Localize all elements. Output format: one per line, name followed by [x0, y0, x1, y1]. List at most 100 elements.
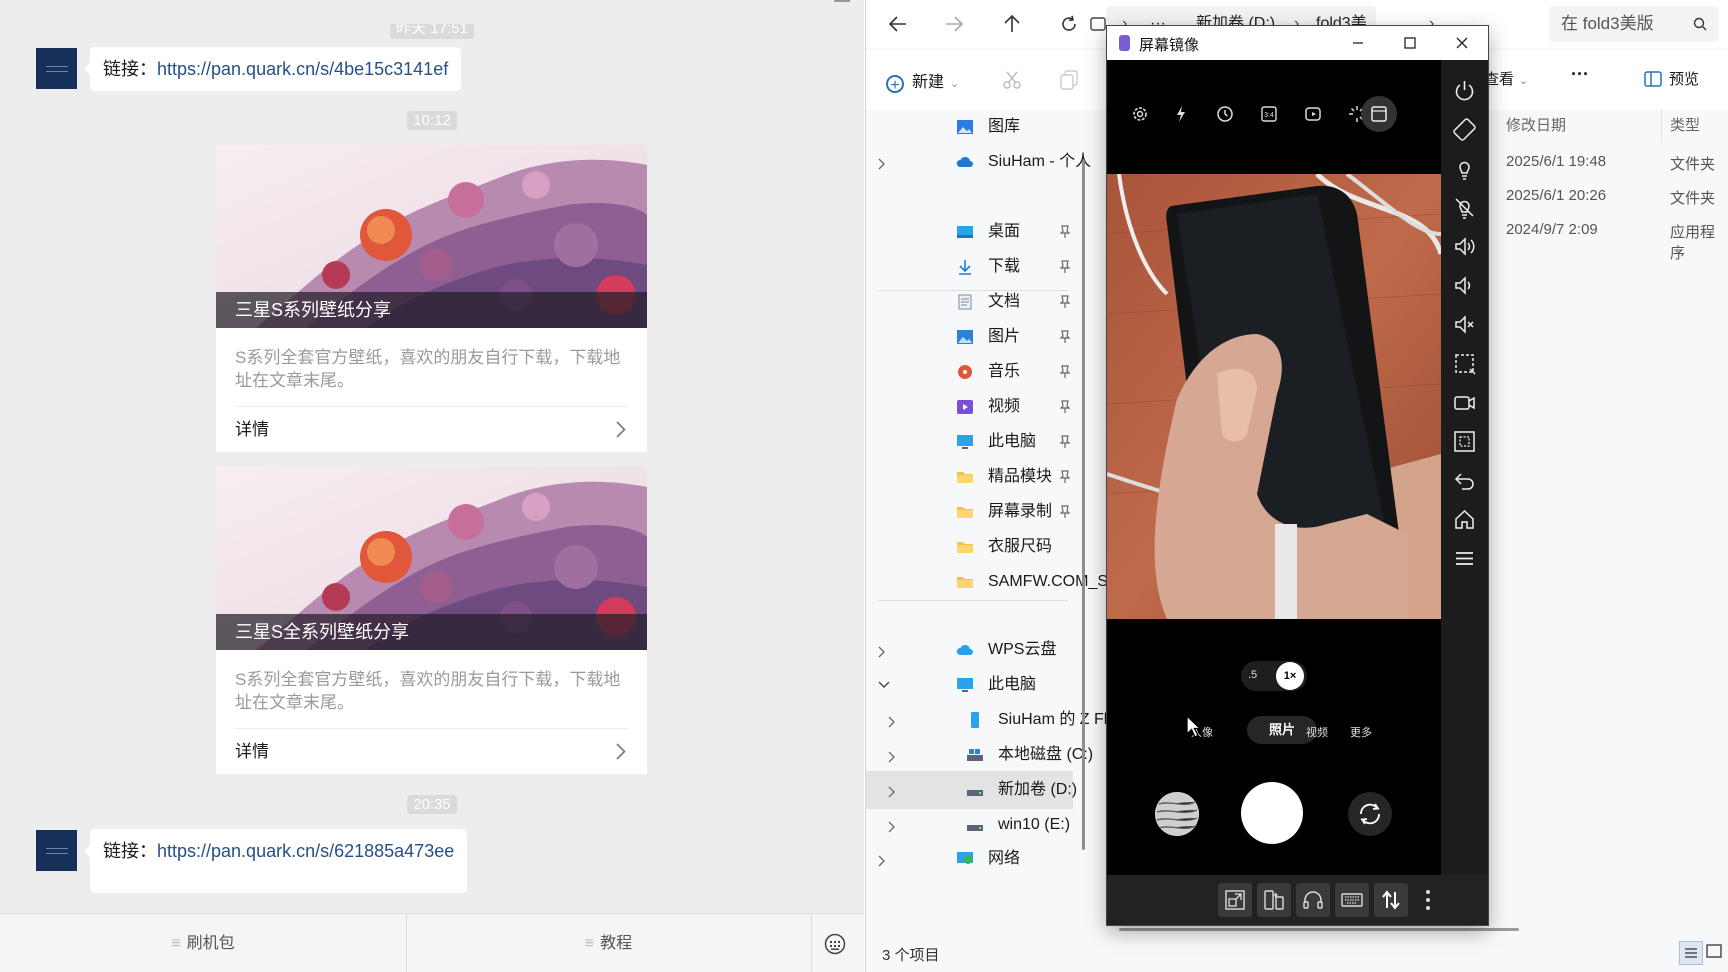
mode-more[interactable]: 更多 — [1350, 724, 1372, 740]
mirror-title-bar[interactable]: 屏幕镜像 — [1107, 26, 1488, 60]
nav-network[interactable]: 网络 — [866, 842, 1076, 876]
zoom-main-option[interactable]: 1× — [1276, 662, 1304, 690]
forward-button[interactable] — [942, 12, 966, 36]
nav-pictures[interactable]: 图片 — [866, 320, 1076, 354]
switch-camera-button[interactable] — [1348, 792, 1392, 836]
nav-folder[interactable]: 精品模块 — [866, 460, 1076, 494]
more-vertical-icon[interactable] — [1418, 885, 1438, 915]
nav-folder[interactable]: 屏幕录制 — [866, 495, 1076, 529]
close-button[interactable] — [1436, 26, 1488, 60]
details-view-icon[interactable] — [1679, 941, 1703, 965]
tiles-view-icon[interactable] — [1705, 942, 1723, 960]
power-icon[interactable] — [1452, 78, 1477, 103]
keyboard-icon[interactable] — [1335, 883, 1369, 917]
pin-icon[interactable] — [1059, 400, 1071, 414]
settings-icon[interactable] — [1128, 102, 1152, 126]
pin-icon[interactable] — [1059, 225, 1071, 239]
volume-down-icon[interactable] — [1452, 273, 1477, 298]
pin-icon[interactable] — [1059, 505, 1071, 519]
nav-desktop[interactable]: 桌面 — [866, 215, 1076, 249]
chevron-right-icon[interactable] — [888, 786, 896, 798]
gallery-thumbnail[interactable] — [1155, 792, 1199, 836]
pin-icon[interactable] — [1059, 435, 1071, 449]
horizontal-scrollbar[interactable] — [1119, 928, 1519, 931]
region-capture-icon[interactable] — [1452, 429, 1477, 454]
nav-this-pc[interactable]: 此电脑 — [866, 668, 1076, 702]
share-link[interactable]: https://pan.quark.cn/s/621885a473ee — [157, 841, 454, 861]
chevron-right-icon[interactable] — [878, 646, 886, 658]
nav-drive-c[interactable]: 本地磁盘 (C:) — [866, 738, 1093, 772]
timer-icon[interactable] — [1213, 102, 1237, 126]
chevron-down-icon[interactable] — [878, 681, 890, 689]
search-box[interactable]: 在 fold3美版 — [1549, 6, 1719, 42]
nav-drive-e[interactable]: win10 (E:) — [866, 808, 1076, 842]
column-header-type[interactable]: 类型 — [1670, 114, 1700, 135]
refresh-button[interactable] — [1057, 12, 1081, 36]
chevron-right-icon[interactable] — [888, 751, 896, 763]
preview-pane-button[interactable]: 预览 — [1644, 68, 1699, 89]
menu-item-tutorials[interactable]: ≡ 教程 — [406, 914, 811, 972]
home-icon[interactable] — [1452, 507, 1477, 532]
copy-icon[interactable] — [1060, 70, 1078, 90]
pin-icon[interactable] — [1059, 260, 1071, 274]
maximize-button[interactable] — [1384, 26, 1436, 60]
more-options-button[interactable]: ··· — [1571, 64, 1589, 85]
mute-icon[interactable] — [1452, 312, 1477, 337]
screen-off-icon[interactable] — [1452, 195, 1477, 220]
volume-up-icon[interactable] — [1452, 234, 1477, 259]
transfer-files-icon[interactable] — [1257, 883, 1291, 917]
pin-icon[interactable] — [1059, 365, 1071, 379]
audio-icon[interactable] — [1296, 883, 1330, 917]
aspect-ratio-icon[interactable]: 3:4 — [1257, 102, 1281, 126]
nav-gallery[interactable]: 图库 — [866, 110, 1076, 144]
card-detail-row[interactable]: 详情 — [235, 728, 628, 774]
nav-drive-d[interactable]: 新加卷 (D:) — [866, 773, 1077, 807]
new-button[interactable]: + 新建 ⌄ — [886, 68, 959, 94]
pin-icon[interactable] — [1059, 470, 1071, 484]
recent-apps-icon[interactable] — [1452, 546, 1477, 571]
mode-video[interactable]: 视频 — [1306, 724, 1328, 740]
chevron-right-icon[interactable] — [888, 821, 896, 833]
mode-toggle-button[interactable] — [1361, 96, 1397, 132]
chevron-right-icon[interactable] — [878, 158, 886, 170]
avatar[interactable] — [36, 830, 77, 871]
zoom-selector[interactable]: .5 1× — [1241, 661, 1307, 691]
cut-icon[interactable] — [1002, 70, 1022, 90]
nav-folder[interactable]: 衣服尺码 — [866, 530, 1076, 564]
nav-this-pc-quick[interactable]: 此电脑 — [866, 425, 1076, 459]
card-detail-row[interactable]: 详情 — [235, 406, 628, 452]
pin-icon[interactable] — [1059, 295, 1071, 309]
menu-item-flash-packages[interactable]: ≡ 刷机包 — [0, 914, 406, 972]
rotate-screen-icon[interactable] — [1452, 117, 1477, 142]
back-button[interactable] — [886, 12, 910, 36]
article-card[interactable]: 三星S全系列壁纸分享 S系列全套官方壁纸，喜欢的朋友自行下载，下载地址在文章末尾… — [216, 467, 647, 774]
chevron-right-icon[interactable] — [878, 855, 886, 867]
up-button[interactable] — [1000, 12, 1024, 36]
screen-record-icon[interactable] — [1452, 390, 1477, 415]
flash-icon[interactable] — [1169, 102, 1193, 126]
avatar[interactable] — [36, 48, 77, 89]
article-card[interactable]: 三星S系列壁纸分享 S系列全套官方壁纸，喜欢的朋友自行下载，下载地址在文章末尾。… — [216, 145, 647, 452]
camera-viewfinder[interactable] — [1107, 174, 1441, 619]
nav-wps-cloud[interactable]: WPS云盘 — [866, 633, 1076, 667]
pin-icon[interactable] — [1059, 330, 1071, 344]
shutter-button[interactable] — [1241, 782, 1303, 844]
fit-window-icon[interactable] — [1218, 883, 1252, 917]
minimize-button[interactable] — [1332, 26, 1384, 60]
column-header-date[interactable]: 修改日期 — [1506, 114, 1566, 135]
nav-music[interactable]: 音乐 — [866, 355, 1076, 389]
screen-on-icon[interactable] — [1452, 156, 1477, 181]
phone-screen[interactable]: 3:4 .5 1× 人像 照片 视频 更多 — [1107, 60, 1441, 897]
nav-videos[interactable]: 视频 — [866, 390, 1076, 424]
nav-device[interactable]: SiuHam 的 Z Flip — [866, 703, 1120, 737]
chevron-right-icon[interactable] — [888, 716, 896, 728]
back-icon[interactable] — [1452, 468, 1477, 493]
screenshot-icon[interactable] — [1452, 351, 1477, 376]
share-link[interactable]: https://pan.quark.cn/s/4be15c3141ef — [157, 59, 448, 79]
scrollbar[interactable] — [834, 0, 850, 2]
nav-onedrive[interactable]: SiuHam - 个人 — [866, 145, 1091, 179]
nav-scrollbar[interactable] — [1082, 160, 1085, 850]
motion-photo-icon[interactable] — [1301, 102, 1325, 126]
view-button[interactable]: 查看 ⌄ — [1484, 68, 1528, 89]
keyboard-toggle-icon[interactable] — [824, 933, 846, 955]
